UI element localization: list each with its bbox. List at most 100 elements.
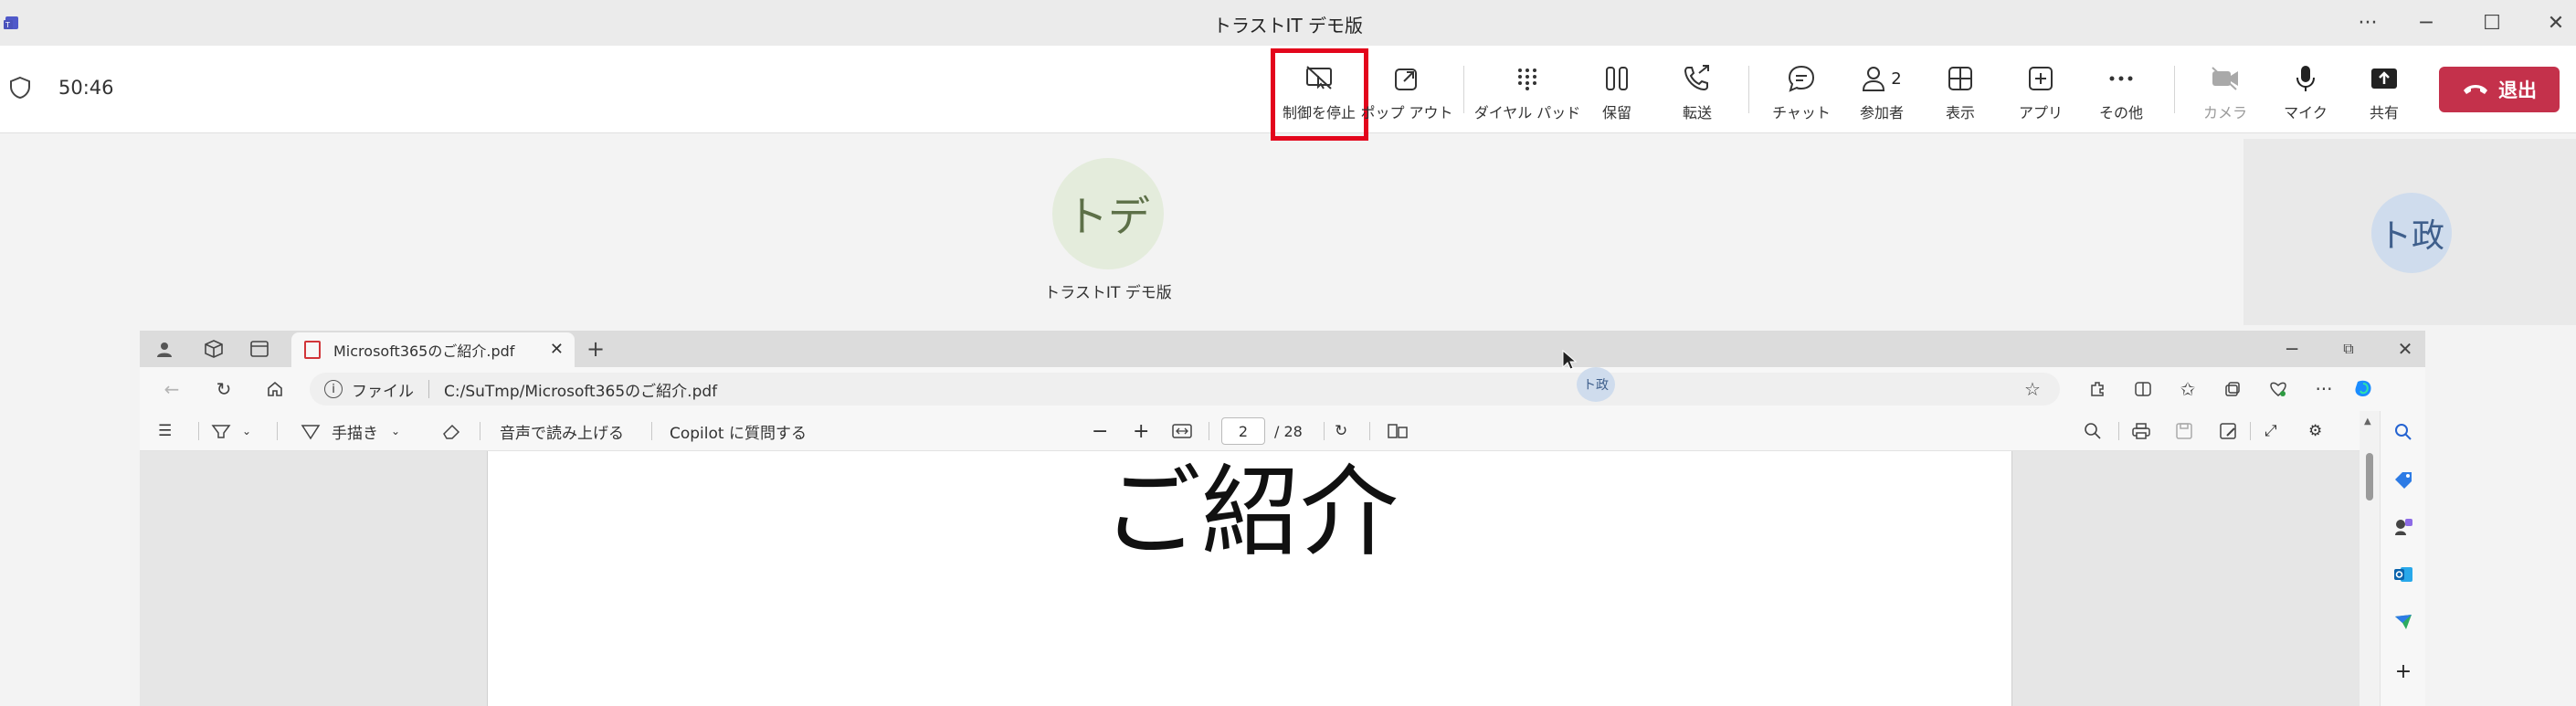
pdf-page: ご紹介: [487, 451, 2012, 706]
browser-restore-button[interactable]: ⧉: [2335, 335, 2362, 363]
drop-icon[interactable]: [2391, 610, 2415, 634]
pdf-divider: [198, 422, 199, 440]
leave-label: 退出: [2498, 79, 2537, 101]
pdf-divider: [2118, 422, 2119, 440]
view-button[interactable]: 表示: [1922, 60, 1999, 124]
browser-tab-bar: Microsoft365のご紹介.pdf ✕ + ─ ⧉ ✕: [140, 331, 2425, 367]
profile-icon[interactable]: [151, 335, 178, 363]
transfer-label: 転送: [1682, 104, 1712, 121]
minimize-button[interactable]: ─: [2406, 7, 2446, 38]
sidebar-add-icon[interactable]: +: [2391, 659, 2415, 683]
collections-icon[interactable]: [2219, 375, 2246, 403]
grid-icon: [1942, 60, 1979, 97]
leave-button[interactable]: 退出: [2439, 67, 2560, 112]
split-screen-icon[interactable]: [2129, 375, 2157, 403]
save-as-icon[interactable]: [2219, 411, 2237, 451]
eraser-icon[interactable]: [441, 411, 461, 451]
participants-label: 参加者: [1859, 104, 1904, 121]
tab-title: Microsoft365のご紹介.pdf: [333, 342, 515, 360]
highlight-box: [1271, 48, 1368, 141]
browser-tab[interactable]: Microsoft365のご紹介.pdf ✕: [291, 332, 575, 367]
toolbar-divider: [1748, 66, 1749, 113]
back-icon[interactable]: ←: [158, 375, 185, 403]
tab-close-icon[interactable]: ✕: [550, 340, 564, 359]
shield-icon: [7, 75, 33, 100]
address-url: C:/SuTmp/Microsoft365のご紹介.pdf: [444, 382, 718, 401]
more-options-button[interactable]: ···: [2348, 7, 2388, 38]
hold-button[interactable]: 保留: [1578, 60, 1655, 124]
browser-close-button[interactable]: ✕: [2391, 335, 2419, 363]
hang-up-icon: [2462, 79, 2489, 100]
highlight-pen-icon[interactable]: ⌄: [211, 411, 251, 451]
maximize-button[interactable]: ☐: [2472, 7, 2512, 38]
save-icon[interactable]: [2175, 411, 2193, 451]
fullscreen-icon[interactable]: ⤢: [2265, 411, 2277, 451]
edge-sidebar: +: [2380, 411, 2425, 706]
add-icon: [2022, 60, 2059, 97]
browser-essentials-icon[interactable]: [2265, 375, 2292, 403]
more-button[interactable]: その他: [2083, 60, 2159, 124]
pdf-settings-icon[interactable]: ⚙: [2308, 411, 2322, 451]
outlook-icon[interactable]: [2391, 563, 2415, 586]
popout-label: ポップ アウト: [1360, 104, 1453, 121]
shopping-tag-icon[interactable]: [2391, 468, 2415, 491]
tab-actions-icon[interactable]: [246, 335, 273, 363]
home-icon[interactable]: [261, 375, 289, 403]
toolbar-divider: [1463, 66, 1464, 113]
mouse-cursor-icon: [1561, 349, 1578, 374]
new-tab-button[interactable]: +: [582, 335, 609, 363]
settings-more-icon[interactable]: ···: [2310, 375, 2338, 403]
transfer-button[interactable]: 転送: [1659, 60, 1736, 124]
self-avatar: ト政: [2371, 193, 2452, 273]
people-icon: 2: [1859, 60, 1905, 97]
toolbar-divider: [2174, 66, 2175, 113]
info-icon: i: [324, 380, 343, 398]
participant-count: 2: [1891, 68, 1902, 89]
mic-label: マイク: [2284, 104, 2328, 121]
favorite-star-icon[interactable]: ☆: [2019, 375, 2046, 403]
more-label: その他: [2098, 104, 2143, 121]
view-label: 表示: [1945, 104, 1975, 121]
meeting-timer: 50:46: [58, 77, 114, 99]
refresh-icon[interactable]: ↻: [210, 375, 238, 403]
close-button[interactable]: ✕: [2536, 7, 2576, 38]
mic-button[interactable]: マイク: [2267, 60, 2344, 124]
share-button[interactable]: 共有: [2346, 60, 2423, 124]
pdf-divider: [277, 422, 278, 440]
browser-minimize-button[interactable]: ─: [2278, 335, 2306, 363]
contents-icon[interactable]: ☰: [158, 411, 172, 451]
participants-button[interactable]: 2 参加者: [1843, 60, 1920, 124]
extensions-icon[interactable]: [2084, 375, 2111, 403]
dialpad-label: ダイヤル パッド: [1473, 104, 1581, 121]
workspaces-icon[interactable]: [200, 335, 227, 363]
address-divider: [428, 380, 429, 398]
pdf-icon: [304, 341, 321, 359]
pdf-viewer: ご紹介: [140, 451, 2360, 706]
participant-avatar: トデ: [1052, 158, 1164, 269]
address-bar[interactable]: i ファイル C:/SuTmp/Microsoft365のご紹介.pdf: [310, 373, 2060, 406]
popout-button[interactable]: ポップ アウト: [1360, 60, 1453, 124]
address-scheme: ファイル: [352, 382, 414, 401]
chat-button[interactable]: チャット: [1763, 60, 1840, 124]
dialpad-button[interactable]: ダイヤル パッド: [1474, 60, 1580, 124]
favorites-icon[interactable]: ✩: [2174, 375, 2201, 403]
camera-button[interactable]: カメラ: [2187, 60, 2264, 124]
sidebar-search-icon[interactable]: [2391, 420, 2415, 444]
copilot-icon[interactable]: [2349, 375, 2377, 403]
search-icon[interactable]: [2084, 411, 2102, 451]
print-icon[interactable]: [2131, 411, 2151, 451]
dialpad-icon: [1509, 60, 1546, 97]
hold-label: 保留: [1601, 104, 1631, 121]
games-icon[interactable]: [2391, 515, 2415, 539]
scroll-thumb[interactable]: [2366, 453, 2373, 501]
pdf-scrollbar[interactable]: ▲: [2360, 411, 2380, 706]
scroll-up-icon[interactable]: ▲: [2364, 416, 2371, 427]
draw-button[interactable]: 手描き ⌄: [301, 411, 400, 451]
apps-button[interactable]: アプリ: [2002, 60, 2079, 124]
browser-address-row: ← ↻ i ファイル C:/SuTmp/Microsoft365のご紹介.pdf…: [140, 367, 2425, 411]
title-bar: T トラストIT デモ版 ··· ─ ☐ ✕: [0, 0, 2576, 46]
draw-label: 手描き: [332, 424, 378, 443]
share-icon: [2366, 60, 2402, 97]
phone-forward-icon: [1679, 60, 1716, 97]
pause-icon: [1599, 60, 1635, 97]
